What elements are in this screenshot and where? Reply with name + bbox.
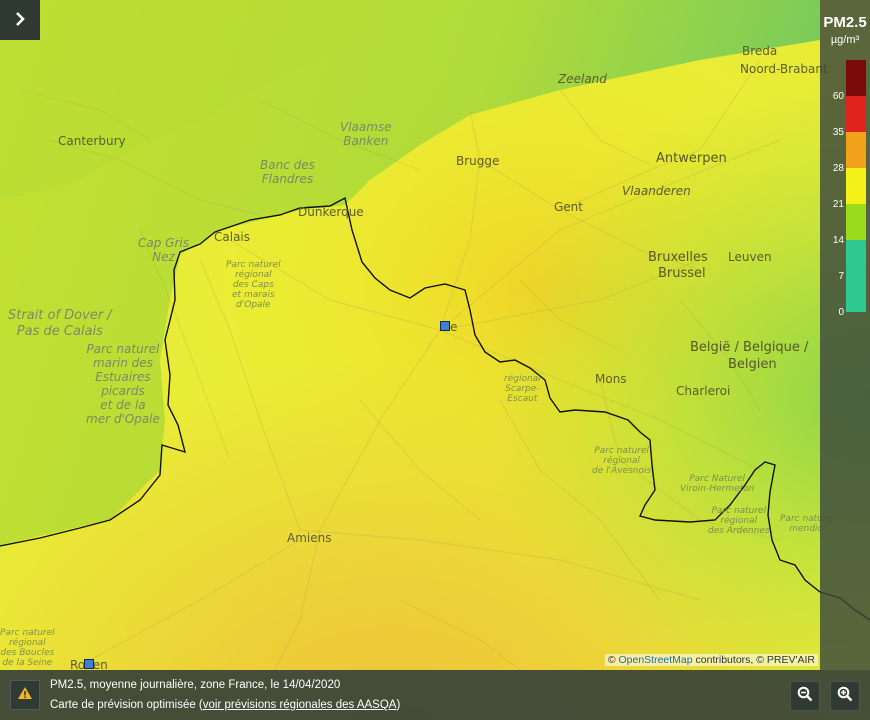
water-vlaamse-banken: Vlaamse Banken	[340, 120, 392, 148]
info-footer: PM2.5, moyenne journalière, zone France,…	[0, 670, 870, 720]
park-caps-marais: Parc naturel régional des Caps et marais d'O…	[226, 260, 281, 310]
legend-tick-21: 21	[832, 199, 844, 210]
legend-swatch-35-60	[846, 96, 866, 132]
park-avesnois: Parc naturel régional de l'Avesnois	[592, 446, 652, 476]
zoom-in-button[interactable]	[830, 681, 860, 711]
place-amiens: Amiens	[287, 531, 332, 545]
legend-unit: µg/m³	[830, 34, 860, 46]
map-description: PM2.5, moyenne journalière, zone France,…	[50, 679, 341, 691]
place-belgien: Belgien	[728, 357, 777, 372]
legend-swatch-14-21	[846, 204, 866, 240]
regional-forecasts-link[interactable]: voir prévisions régionales des AASQA	[203, 699, 397, 711]
legend-swatch-60plus	[846, 60, 866, 96]
park-viroin-hermeton: Parc Naturel Viroin-Hermeton	[680, 474, 755, 494]
place-calais: Calais	[214, 230, 251, 244]
water-parc-marin: Parc naturel marin des Estuaires picards et …	[86, 342, 160, 426]
water-cap-gris-nez: Cap Gris Nez	[138, 236, 189, 264]
station-marker-lille[interactable]	[440, 321, 450, 331]
station-marker-rouen[interactable]	[84, 659, 94, 669]
place-lille-fragment: e	[450, 320, 458, 334]
sidebar-toggle-button[interactable]	[0, 0, 40, 40]
warning-button[interactable]	[10, 680, 40, 710]
chevron-right-icon	[14, 10, 26, 31]
place-zeeland: Zeeland	[558, 72, 607, 86]
place-brugge: Brugge	[456, 154, 500, 168]
place-mons: Mons	[595, 372, 627, 386]
warning-icon	[17, 686, 33, 705]
forecast-note: Carte de prévision optimisée (voir prévi…	[50, 699, 401, 711]
legend-tick-35: 35	[832, 127, 844, 138]
place-charleroi: Charleroi	[676, 384, 731, 398]
water-strait-of-dover: Strait of Dover / Pas de Calais	[8, 308, 112, 339]
legend-swatch-21-28	[846, 168, 866, 204]
legend-swatch-0-7	[846, 276, 866, 312]
place-antwerpen: Antwerpen	[656, 151, 727, 166]
legend-tick-0: 0	[838, 307, 844, 318]
place-vlaanderen: Vlaanderen	[622, 184, 691, 198]
legend-swatch-28-35	[846, 132, 866, 168]
zoom-out-button[interactable]	[790, 681, 820, 711]
legend-tick-7: 7	[838, 271, 844, 282]
park-scarpe-escaut: régional Scarpe- Escaut	[504, 374, 541, 404]
openstreetmap-link[interactable]: OpenStreetMap	[618, 654, 692, 666]
place-canterbury: Canterbury	[58, 134, 126, 148]
zoom-out-icon	[797, 686, 813, 707]
place-gent: Gent	[554, 200, 583, 214]
legend-tick-28: 28	[832, 163, 844, 174]
legend-panel: PM2.5 µg/m³ 60 35 28 21 14 7 0	[820, 0, 870, 670]
legend-tick-14: 14	[832, 235, 844, 246]
place-breda: Breda	[742, 44, 778, 58]
legend-swatch-7-14	[846, 240, 866, 276]
place-bruxelles: Bruxelles	[648, 250, 708, 265]
zoom-in-icon	[837, 686, 853, 707]
park-boucles-seine: Parc naturel régional des Boucles de la Sei…	[0, 628, 55, 668]
place-noord-brabant: Noord-Brabant	[740, 62, 828, 76]
map-attribution: © OpenStreetMap contributors, © PREV'AIR	[604, 654, 818, 666]
legend-title: PM2.5	[823, 14, 867, 31]
pollution-map[interactable]: Canterbury Breda Noord-Brabant Zeeland B…	[0, 0, 870, 720]
place-leuven: Leuven	[728, 250, 772, 264]
water-banc-des-flandres: Banc des Flandres	[260, 158, 315, 186]
legend-color-scale	[846, 60, 866, 312]
legend-tick-60: 60	[832, 91, 844, 102]
place-dunkerque: Dunkerque	[298, 205, 364, 219]
park-ardennes: Parc naturel régional des Ardennes	[708, 506, 770, 536]
place-brussel: Brussel	[658, 266, 706, 281]
place-belgie: België / Belgique /	[690, 340, 809, 355]
